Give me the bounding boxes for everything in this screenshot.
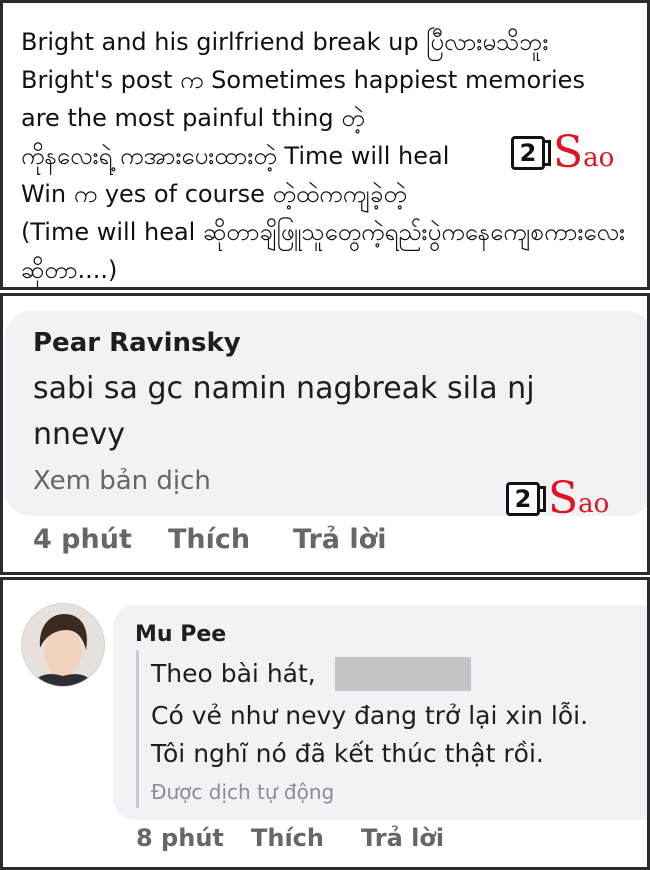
comment-author[interactable]: Pear Ravinsky bbox=[33, 328, 241, 358]
like-button[interactable]: Thích bbox=[251, 824, 324, 852]
quote-bar bbox=[136, 650, 139, 808]
comment-text: Tôi nghĩ nó đã kết thúc thật rồi. bbox=[151, 739, 544, 768]
watermark-s: S bbox=[553, 127, 584, 178]
watermark-bracket bbox=[538, 486, 546, 512]
comment-author[interactable]: Mu Pee bbox=[135, 622, 226, 647]
comment-timestamp[interactable]: 8 phút bbox=[136, 824, 224, 852]
post-line: (Time will heal ဆိုတာချိဖြူသူတွေကဲ့ရည်းပ… bbox=[21, 218, 626, 246]
comment-text: Theo bài hát, bbox=[151, 659, 316, 688]
auto-translated-label: Được dịch tự động bbox=[151, 780, 335, 804]
post-line: ကိုနလေးရဲ့ ကအားပေးထားတဲ့ Time will heal bbox=[21, 142, 450, 170]
comment-text: Có vẻ như nevy đang trở lại xin lỗi. bbox=[151, 701, 589, 730]
comment-text: sabi sa gc namin nagbreak sila nj bbox=[33, 371, 535, 406]
post-panel: Bright and his girlfriend break up ပြီလာ… bbox=[0, 0, 650, 290]
reply-button[interactable]: Trả lời bbox=[361, 824, 444, 852]
comment-timestamp[interactable]: 4 phút bbox=[33, 524, 132, 555]
avatar-image bbox=[22, 604, 104, 686]
watermark-ao: ao bbox=[583, 143, 615, 173]
see-translation-link[interactable]: Xem bản dịch bbox=[33, 466, 211, 496]
watermark-logo: 2 S ao bbox=[506, 473, 610, 524]
avatar[interactable] bbox=[21, 603, 105, 687]
like-button[interactable]: Thích bbox=[168, 524, 250, 555]
watermark-number: 2 bbox=[506, 482, 540, 516]
watermark-bracket bbox=[543, 140, 551, 166]
comment-panel-2: Mu Pee Theo bài hát, Có vẻ như nevy đang… bbox=[0, 577, 650, 870]
comment-text: nnevy bbox=[33, 417, 125, 452]
post-line: ဆိုတာ....) bbox=[21, 256, 118, 284]
watermark-ao: ao bbox=[578, 489, 610, 519]
post-line: Bright and his girlfriend break up ပြီလာ… bbox=[21, 28, 549, 56]
watermark-number: 2 bbox=[511, 136, 545, 170]
post-line: are the most painful thing တဲ့ bbox=[21, 104, 365, 132]
watermark-s: S bbox=[548, 473, 579, 524]
post-line: Bright's post က Sometimes happiest memor… bbox=[21, 66, 585, 94]
reply-button[interactable]: Trả lời bbox=[293, 524, 386, 555]
post-line: Win က yes of course တဲ့ထဲကကျခဲ့တဲ့ bbox=[21, 180, 407, 208]
comment-panel-1: Pear Ravinsky sabi sa gc namin nagbreak … bbox=[0, 293, 650, 575]
redacted-text bbox=[335, 657, 471, 691]
watermark-logo: 2 S ao bbox=[511, 127, 615, 178]
